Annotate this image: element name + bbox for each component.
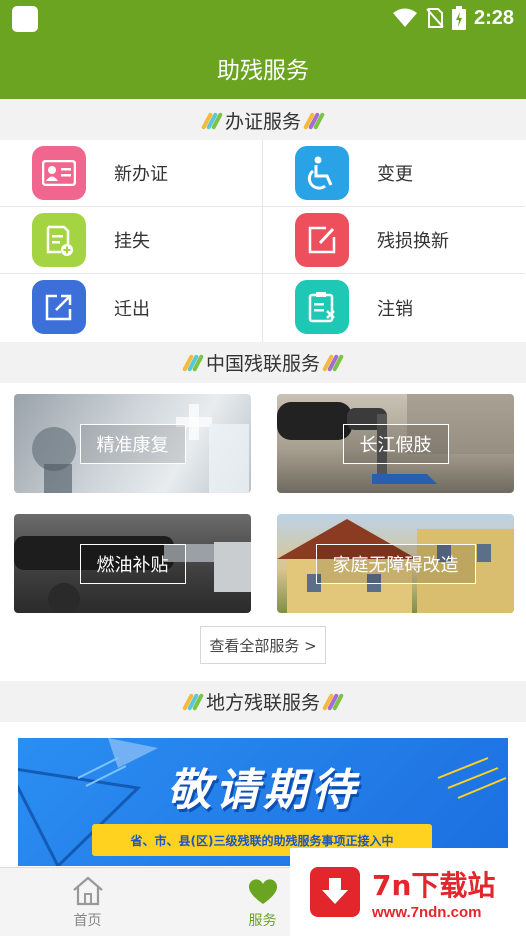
banner-title: 敬请期待 <box>167 765 359 816</box>
export-icon <box>32 280 86 334</box>
card-fuel-subsidy[interactable]: 燃油补贴 <box>14 514 251 613</box>
service-label: 新办证 <box>114 164 168 185</box>
card-prosthetics[interactable]: 长江假肢 <box>277 394 514 493</box>
card-caption: 精准康复 <box>79 423 186 464</box>
slash-decoration-icon <box>322 353 344 372</box>
edit-icon <box>295 213 349 267</box>
card-home-accessibility[interactable]: 家庭无障碍改造 <box>277 514 514 613</box>
slash-decoration-icon <box>181 692 204 711</box>
service-label: 残损换新 <box>377 231 449 252</box>
tab-label: 服务 <box>248 912 277 929</box>
grid-divider <box>262 140 263 342</box>
service-label: 变更 <box>377 164 413 185</box>
status-time: 2:28 <box>473 6 514 29</box>
slash-decoration-icon <box>200 111 223 130</box>
notification-icon <box>12 6 38 32</box>
service-change[interactable]: 变更 <box>263 140 525 207</box>
wifi-icon <box>392 8 417 27</box>
watermark-title: 7n下载站 <box>372 868 496 902</box>
service-label: 注销 <box>377 298 413 320</box>
clipboard-cancel-icon <box>295 280 349 334</box>
slash-decoration-icon <box>181 353 204 372</box>
home-icon <box>72 876 103 905</box>
section-title: 办证服务 <box>224 111 301 133</box>
page-title: 助残服务 <box>0 36 526 99</box>
card-rehabilitation[interactable]: 精准康复 <box>14 394 251 493</box>
no-sim-icon <box>426 8 444 28</box>
card-caption: 燃油补贴 <box>79 543 186 584</box>
tab-label: 首页 <box>73 912 102 929</box>
heart-icon <box>248 878 277 904</box>
document-add-icon <box>32 213 86 267</box>
section-title: 地方残联服务 <box>205 692 320 714</box>
service-cancel[interactable]: 注销 <box>263 274 525 341</box>
section-header-local: 地方残联服务 <box>0 681 526 722</box>
service-report-loss[interactable]: 挂失 <box>0 207 262 274</box>
download-icon <box>310 867 360 917</box>
slash-decoration-icon <box>322 692 344 711</box>
battery-icon <box>451 6 466 30</box>
section-header-china: 中国残联服务 <box>0 342 526 383</box>
slash-decoration-icon <box>303 111 325 130</box>
section-title: 中国残联服务 <box>205 353 320 375</box>
site-watermark: 7n下载站 www.7ndn.com <box>290 848 526 936</box>
service-label: 挂失 <box>114 231 150 252</box>
watermark-url: www.7ndn.com <box>372 903 482 921</box>
id-card-icon <box>32 146 86 200</box>
section-header-certificate: 办证服务 <box>0 100 526 141</box>
service-replace-damaged[interactable]: 残损换新 <box>263 207 525 274</box>
service-label: 迁出 <box>114 298 150 320</box>
certificate-services-grid: 新办证 变更 挂失 残损换新 迁出 注销 <box>0 140 526 342</box>
view-all-services-button[interactable]: 查看全部服务 > <box>200 626 326 664</box>
wheelchair-icon <box>295 146 349 200</box>
card-caption: 长江假肢 <box>342 423 449 464</box>
service-move-out[interactable]: 迁出 <box>0 274 262 341</box>
coming-soon-banner: 敬请期待 省、市、县(区)三级残联的助残服务事项正接入中 <box>18 738 508 866</box>
status-bar: 2:28 <box>0 0 526 36</box>
card-caption: 家庭无障碍改造 <box>315 543 476 584</box>
tab-home[interactable]: 首页 <box>0 868 175 936</box>
service-new-certificate[interactable]: 新办证 <box>0 140 262 207</box>
